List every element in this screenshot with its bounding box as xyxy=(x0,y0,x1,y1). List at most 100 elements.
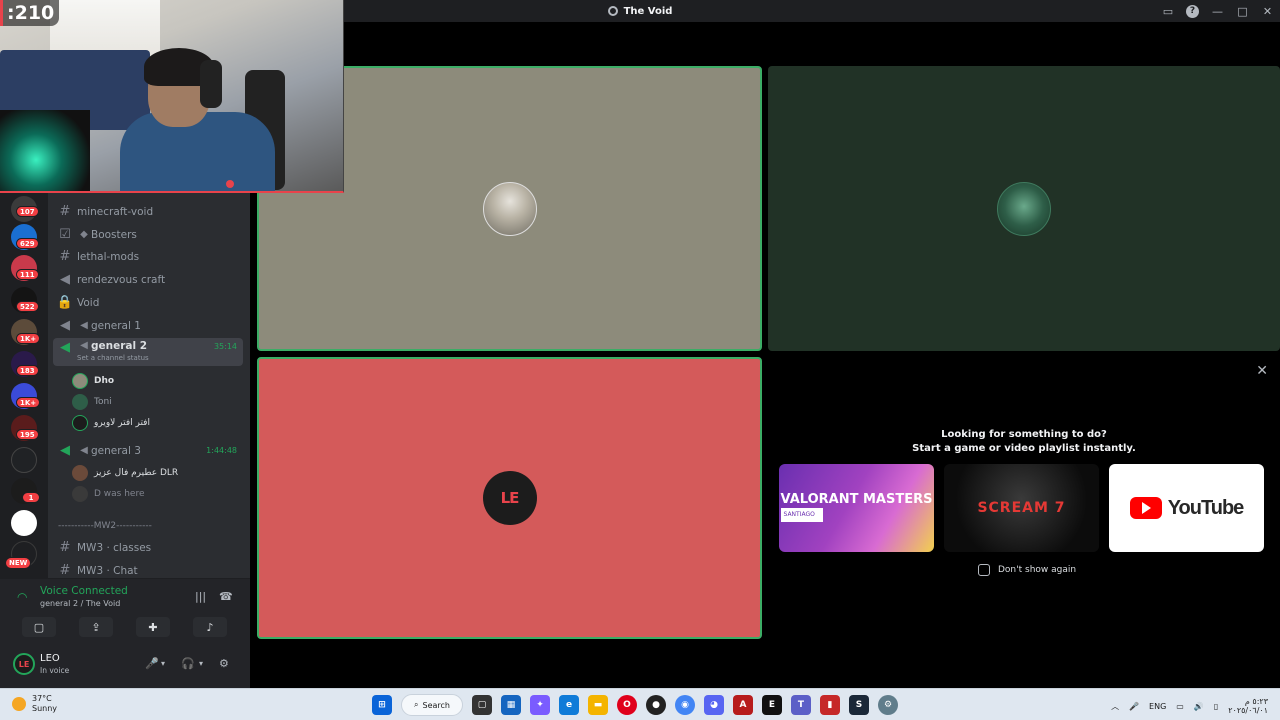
activity-card-scream[interactable]: SCREAM 7 xyxy=(944,464,1099,552)
activity-card-valorant[interactable]: VALORANT MASTERS SANTIAGO xyxy=(779,464,934,552)
weather-widget[interactable]: 37°C Sunny xyxy=(12,694,57,714)
voice-status-title[interactable]: Voice Connected xyxy=(40,585,128,597)
voice-member[interactable]: افتر افتر لاويرو xyxy=(72,414,150,432)
avatar xyxy=(72,394,88,410)
voice-member[interactable]: D was here xyxy=(72,485,145,503)
server-icon[interactable] xyxy=(11,447,37,473)
activities-icon: ✚ xyxy=(148,620,158,634)
file-explorer-icon[interactable]: ▬ xyxy=(588,695,608,715)
headphones-icon[interactable]: 🎧 xyxy=(181,657,195,670)
activity-card-youtube[interactable]: YouTube xyxy=(1109,464,1264,552)
chevron-down-icon[interactable]: ▾ xyxy=(161,659,165,668)
epic-games-icon[interactable]: E xyxy=(762,695,782,715)
microphone-icon[interactable]: 🎤 xyxy=(1129,702,1139,711)
copilot-icon[interactable]: ✦ xyxy=(530,695,550,715)
taskbar-apps: ⊞ ⌕ Search ▢ ▦ ✦ e ▬ O ● ◉ ◕ A E T ▮ S ⚙ xyxy=(372,694,898,716)
channel-lethal-mods[interactable]: # lethal-mods xyxy=(53,246,243,267)
channel-mw3-chat[interactable]: # MW3 · Chat xyxy=(53,560,243,578)
channel-void[interactable]: 🔒 Void xyxy=(53,292,243,313)
server-badge: 107 xyxy=(16,206,39,217)
app-icon[interactable]: ● xyxy=(646,695,666,715)
network-icon[interactable]: ▭ xyxy=(1176,702,1184,711)
camera-off-icon: ▢ xyxy=(33,620,45,634)
minimize-button[interactable]: — xyxy=(1205,0,1230,22)
chrome-icon[interactable]: ◉ xyxy=(675,695,695,715)
channel-boosters[interactable]: ☑ ◆ Boosters xyxy=(53,224,243,245)
channel-label: MW3 · Chat xyxy=(77,564,138,577)
scream-number: 7 xyxy=(1054,500,1066,516)
noise-suppression-icon[interactable]: ||| xyxy=(195,590,206,603)
channel-general-3[interactable]: ◀ ◀ general 3 1:44:48 xyxy=(53,440,243,461)
rules-icon: ☑ xyxy=(59,227,71,242)
server-badge: 183 xyxy=(16,365,39,376)
close-icon[interactable]: ✕ xyxy=(1256,363,1268,379)
discord-app-icon xyxy=(607,6,618,16)
user-avatar[interactable]: LE xyxy=(13,653,35,675)
store-icon[interactable]: ▦ xyxy=(501,695,521,715)
server-badge: 629 xyxy=(16,238,39,249)
channel-label: Void xyxy=(77,296,100,309)
category-mw2[interactable]: -----------MW2----------- xyxy=(58,521,152,531)
teams-icon[interactable]: T xyxy=(791,695,811,715)
dont-show-checkbox[interactable] xyxy=(978,564,990,576)
video-tile-3[interactable]: LE xyxy=(257,357,762,639)
server-rail: 107 629 111 522 1K+ 183 1K+ 195 1 NEW xyxy=(0,193,48,578)
channel-minecraft-void[interactable]: # minecraft-void xyxy=(53,201,243,222)
channel-general-2[interactable]: ◀ ◀ general 2 35:14 Set a channel status xyxy=(53,338,243,366)
screenshare-button[interactable]: ⇪ xyxy=(79,617,113,637)
clock[interactable]: ٥:٢٣ م ٢٠٢٥/٠٦/٠١ xyxy=(1228,697,1268,715)
close-window-button[interactable]: ✕ xyxy=(1255,0,1280,22)
avatar xyxy=(72,465,88,481)
channel-status[interactable]: Set a channel status xyxy=(77,354,149,362)
video-tile-2[interactable] xyxy=(768,66,1280,351)
channel-general-1[interactable]: ◀ ◀ general 1 xyxy=(53,315,243,336)
activities-button[interactable]: ✚ xyxy=(136,617,170,637)
channel-label: general 3 xyxy=(91,444,141,457)
app-window: The Void ▭ ? — □ ✕ LE ✕ Looking for some… xyxy=(0,0,1280,720)
maximize-button[interactable]: □ xyxy=(1230,0,1255,22)
channel-label: MW3 · classes xyxy=(77,541,152,554)
taskbar-search[interactable]: ⌕ Search xyxy=(401,694,463,716)
chevron-up-icon[interactable]: ︿ xyxy=(1111,701,1119,712)
settings-gear-icon[interactable]: ⚙ xyxy=(219,657,229,670)
member-name: D was here xyxy=(94,489,145,499)
settings-gear-icon[interactable]: ⚙ xyxy=(878,695,898,715)
channel-timer: 1:44:48 xyxy=(206,446,237,455)
sun-icon xyxy=(12,697,26,711)
user-name[interactable]: LEO xyxy=(40,653,60,664)
microphone-icon[interactable]: 🎤 xyxy=(145,657,159,670)
help-icon[interactable]: ? xyxy=(1186,4,1199,18)
webcam-person-body xyxy=(120,112,275,191)
signal-icon[interactable]: ◠ xyxy=(17,590,27,604)
voice-member[interactable]: Toni xyxy=(72,393,112,411)
start-windows-icon[interactable]: ⊞ xyxy=(372,695,392,715)
battery-icon[interactable]: ▯ xyxy=(1214,702,1218,711)
server-icon[interactable] xyxy=(11,510,37,536)
acrobat-icon[interactable]: A xyxy=(733,695,753,715)
disconnect-icon[interactable]: ☎ xyxy=(219,590,233,603)
channel-mw3-classes[interactable]: # MW3 · classes xyxy=(53,537,243,558)
stream-counter: :210 xyxy=(0,0,60,26)
discord-icon[interactable]: ◕ xyxy=(704,695,724,715)
language-indicator[interactable]: ENG xyxy=(1149,702,1166,711)
task-view-icon[interactable]: ▢ xyxy=(472,695,492,715)
channel-label: minecraft-void xyxy=(77,205,154,218)
voice-member[interactable]: Dho xyxy=(72,372,114,390)
opera-icon[interactable]: O xyxy=(617,695,637,715)
channel-rendezvous-craft[interactable]: ◀ rendezvous craft xyxy=(53,269,243,290)
chevron-down-icon[interactable]: ▾ xyxy=(199,659,203,668)
scream-logo: SCREAM 7 xyxy=(977,500,1065,516)
participant-avatar-1 xyxy=(482,181,537,236)
voice-member[interactable]: عطيرم فال عزيز DLR xyxy=(72,464,178,482)
soundboard-button[interactable]: ♪ xyxy=(193,617,227,637)
search-icon: ⌕ xyxy=(414,700,419,709)
weather-temp: 37°C xyxy=(32,694,52,703)
volume-icon[interactable]: 🔊 xyxy=(1194,702,1204,711)
steam-icon[interactable]: S xyxy=(849,695,869,715)
dont-show-again[interactable]: Don't show again xyxy=(978,564,1076,576)
inbox-icon[interactable]: ▭ xyxy=(1156,0,1180,22)
camera-button[interactable]: ▢ xyxy=(22,617,56,637)
edge-icon[interactable]: e xyxy=(559,695,579,715)
voice-status-subtitle[interactable]: general 2 / The Void xyxy=(40,599,120,608)
app-icon[interactable]: ▮ xyxy=(820,695,840,715)
